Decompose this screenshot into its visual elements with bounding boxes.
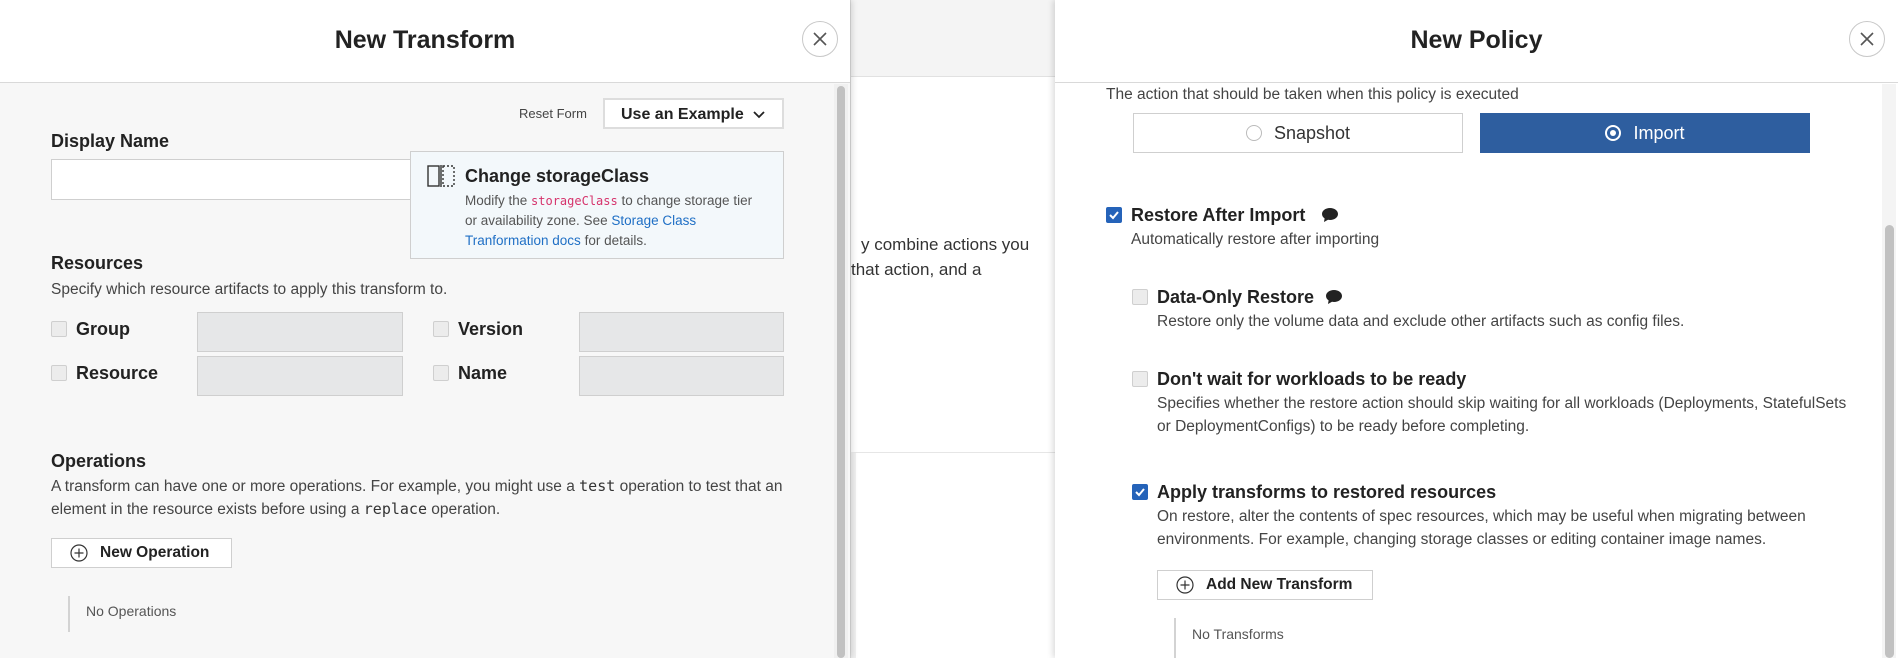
panel-title: New Transform bbox=[334, 26, 516, 54]
background-dialog: y combine actions you that action, and a bbox=[850, 0, 1056, 658]
operations-label: Operations bbox=[51, 451, 147, 471]
data-only-restore-checkbox[interactable] bbox=[1132, 289, 1148, 305]
action-import[interactable]: Import bbox=[1480, 113, 1810, 153]
operations-description: A transform can have one or more operati… bbox=[51, 475, 791, 521]
background-header bbox=[851, 0, 1056, 77]
data-only-restore-label: Data-Only Restore bbox=[1157, 287, 1315, 307]
new-policy-panel: New Policy The action that should be tak… bbox=[1055, 0, 1898, 658]
restore-after-import-checkbox[interactable] bbox=[1106, 207, 1122, 223]
reset-form-link[interactable]: Reset Form bbox=[519, 106, 587, 121]
no-operations-note: No Operations bbox=[68, 596, 176, 632]
version-checkbox[interactable] bbox=[433, 321, 449, 337]
close-button[interactable] bbox=[1849, 21, 1885, 57]
background-text-line: that action, and a bbox=[851, 260, 982, 279]
tooltip-body: Modify the storageClass to change storag… bbox=[465, 191, 765, 251]
resource-input[interactable] bbox=[197, 356, 403, 396]
name-checkbox[interactable] bbox=[433, 365, 449, 381]
scrollbar-thumb[interactable] bbox=[837, 86, 845, 658]
close-button[interactable] bbox=[802, 21, 838, 57]
name-label: Name bbox=[458, 363, 508, 383]
tooltip-code: storageClass bbox=[531, 194, 618, 208]
add-new-transform-label: Add New Transform bbox=[1206, 576, 1353, 593]
action-description: The action that should be taken when thi… bbox=[1106, 86, 1519, 103]
operations-desc-text: operation. bbox=[426, 501, 501, 518]
code-replace: replace bbox=[363, 500, 427, 518]
comment-icon[interactable] bbox=[1325, 289, 1343, 305]
tooltip-text: for details. bbox=[580, 233, 647, 248]
operations-desc-text: A transform can have one or more operati… bbox=[51, 478, 580, 495]
action-snapshot[interactable]: Snapshot bbox=[1133, 113, 1463, 153]
add-new-transform-button[interactable]: Add New Transform bbox=[1157, 570, 1373, 600]
background-text-line: y combine actions you bbox=[861, 235, 1030, 254]
code-test: test bbox=[579, 477, 616, 495]
dont-wait-checkbox[interactable] bbox=[1132, 371, 1148, 387]
panel-title: New Policy bbox=[1410, 26, 1543, 54]
dont-wait-desc: Specifies whether the restore action sho… bbox=[1157, 395, 1847, 435]
group-label: Group bbox=[76, 319, 130, 339]
resources-description: Specify which resource artifacts to appl… bbox=[51, 281, 448, 298]
action-label: Snapshot bbox=[1273, 122, 1351, 143]
transform-icon bbox=[427, 165, 455, 187]
use-example-dropdown[interactable]: Use an Example bbox=[603, 98, 784, 129]
panel-header: New Policy bbox=[1055, 0, 1898, 83]
close-icon bbox=[813, 32, 827, 46]
new-operation-button[interactable]: New Operation bbox=[51, 538, 232, 568]
background-text: y combine actions you that action, and a bbox=[851, 232, 1056, 282]
action-label: Import bbox=[1633, 122, 1685, 143]
apply-transforms-checkbox[interactable] bbox=[1132, 484, 1148, 500]
new-transform-panel: New Transform Reset Form Use an Example … bbox=[0, 0, 850, 658]
tooltip-title: Change storageClass bbox=[465, 166, 650, 186]
group-checkbox[interactable] bbox=[51, 321, 67, 337]
restore-after-import-label: Restore After Import bbox=[1131, 205, 1306, 225]
name-input[interactable] bbox=[579, 356, 784, 396]
plus-circle-icon bbox=[70, 544, 88, 562]
apply-transforms-desc: On restore, alter the contents of spec r… bbox=[1157, 508, 1806, 548]
restore-after-import-desc: Automatically restore after importing bbox=[1131, 231, 1380, 248]
resource-label: Resource bbox=[76, 363, 159, 383]
comment-icon[interactable] bbox=[1321, 207, 1339, 223]
tooltip-text: Modify the bbox=[465, 193, 532, 208]
panel-header: New Transform bbox=[0, 0, 850, 83]
check-icon bbox=[1109, 211, 1119, 220]
plus-circle-icon bbox=[1176, 576, 1194, 594]
resources-label: Resources bbox=[51, 253, 144, 273]
chevron-down-icon bbox=[753, 111, 765, 119]
scrollbar-thumb[interactable] bbox=[1885, 225, 1894, 658]
close-icon bbox=[1860, 32, 1874, 46]
radio-circle bbox=[1605, 125, 1622, 141]
background-box bbox=[851, 452, 1056, 658]
display-name-label: Display Name bbox=[51, 131, 170, 151]
new-operation-label: New Operation bbox=[100, 544, 210, 561]
use-example-label: Use an Example bbox=[621, 106, 744, 123]
data-only-restore-desc: Restore only the volume data and exclude… bbox=[1157, 313, 1685, 330]
apply-transforms-label: Apply transforms to restored resources bbox=[1157, 482, 1497, 502]
resource-checkbox[interactable] bbox=[51, 365, 67, 381]
display-name-input[interactable] bbox=[51, 159, 471, 200]
radio-circle bbox=[1245, 125, 1262, 141]
dont-wait-label: Don't wait for workloads to be ready bbox=[1157, 369, 1467, 389]
version-label: Version bbox=[458, 319, 524, 339]
no-transforms-note: No Transforms bbox=[1174, 618, 1284, 658]
version-input[interactable] bbox=[579, 312, 784, 352]
example-tooltip: Change storageClass Modify the storageCl… bbox=[410, 151, 784, 259]
group-input[interactable] bbox=[197, 312, 403, 352]
check-icon bbox=[1135, 488, 1145, 497]
